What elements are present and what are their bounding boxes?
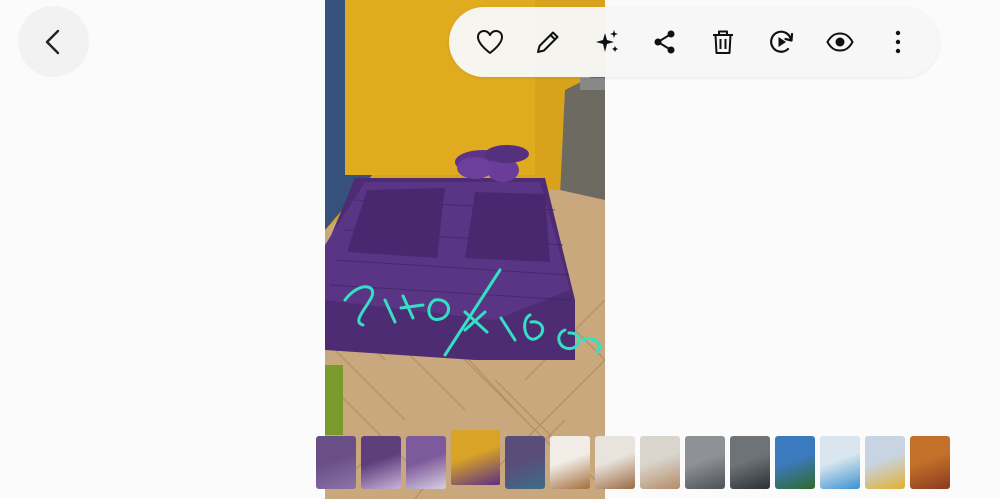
thumb-product-box[interactable] [820,436,860,489]
thumbnail-image [775,436,815,489]
heart-icon [477,30,504,54]
thumb-people-outdoors[interactable] [775,436,815,489]
thumbnail-image [550,436,590,489]
thumbnail-image [640,436,680,489]
thumb-washing-machine-2[interactable] [730,436,770,489]
action-toolbar [449,7,939,77]
thumbnail-image [685,436,725,489]
trash-icon [713,30,734,54]
thumbnail-image [910,436,950,489]
thumbnail-image [316,436,356,489]
thumbnail-image [361,436,401,489]
thumbnail-image [451,430,500,485]
ai-enhance-button[interactable] [585,20,629,64]
thumbnail-image [406,436,446,489]
thumb-bed-selected[interactable] [451,430,500,485]
favorite-button[interactable] [468,20,512,64]
edit-button[interactable] [526,20,570,64]
thumb-purple-cushions[interactable] [406,436,446,489]
share-icon [654,30,675,54]
thumbnail-image [820,436,860,489]
chevron-left-icon [45,29,59,54]
view-button[interactable] [818,20,862,64]
thumbnail-image [595,436,635,489]
pencil-icon [537,31,559,53]
play-refresh-icon [770,30,794,53]
thumbnail-filmstrip [316,430,950,490]
thumbnail-image [730,436,770,489]
thumb-coffee-cup-1[interactable] [550,436,590,489]
eye-icon [825,32,854,52]
thumb-purple-fabric[interactable] [316,436,356,489]
more-vertical-icon [895,30,901,54]
thumb-shelf-items[interactable] [865,436,905,489]
remaster-button[interactable] [759,20,803,64]
thumb-purple-pillows[interactable] [361,436,401,489]
delete-button[interactable] [701,20,745,64]
thumb-store-display[interactable] [910,436,950,489]
back-button[interactable] [18,6,89,77]
more-options-button[interactable] [876,20,920,64]
sparkles-icon [595,30,618,52]
thumb-coffee-cup-3[interactable] [640,436,680,489]
share-button[interactable] [643,20,687,64]
thumb-washing-machine-1[interactable] [685,436,725,489]
thumb-coffee-cup-2[interactable] [595,436,635,489]
thumbnail-image [505,436,545,489]
gallery-viewer [0,0,1000,499]
thumb-purple-bedding[interactable] [505,436,545,489]
thumbnail-image [865,436,905,489]
